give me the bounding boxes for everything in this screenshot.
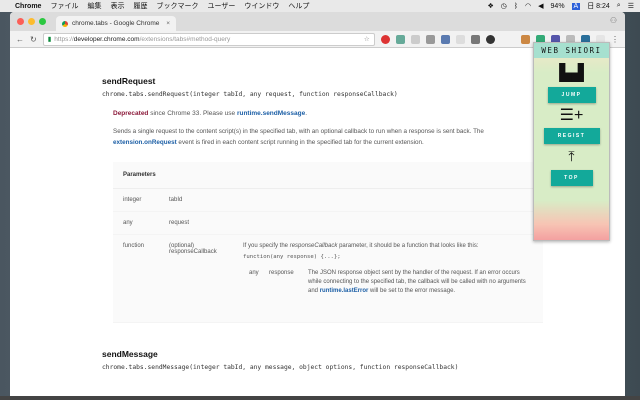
menu-view[interactable]: 表示 <box>110 1 124 11</box>
popup-title: WEB SHIORI <box>534 43 609 58</box>
book-icon: ▙▟ <box>559 65 584 82</box>
method-title: sendMessage <box>102 349 158 359</box>
menu-user[interactable]: ユーザー <box>207 1 235 11</box>
volume-icon[interactable]: ◀ <box>538 2 543 10</box>
runtime-lasterror-link[interactable]: runtime.lastError <box>320 288 369 294</box>
regist-button[interactable]: REGIST <box>543 128 600 144</box>
param-row: function (optional) responseCallback If y… <box>113 235 543 323</box>
runtime-sendmessage-link[interactable]: runtime.sendMessage <box>237 110 305 117</box>
param-name: tabId <box>169 197 183 203</box>
method-description: Sends a single request to the content sc… <box>113 126 543 148</box>
url-host: developer.chrome.com <box>73 35 140 43</box>
dropbox-icon[interactable]: ❖ <box>487 2 493 10</box>
profile-icon[interactable]: ⚇ <box>610 16 617 25</box>
extension-icon[interactable] <box>455 34 465 44</box>
callback-param-row: any response The JSON response object se… <box>243 269 533 296</box>
clock-icon[interactable]: ◷ <box>501 2 507 10</box>
extension-icon[interactable] <box>485 34 495 44</box>
zoom-button[interactable] <box>39 18 46 25</box>
param-type: function <box>123 243 145 249</box>
extension-icon[interactable] <box>425 34 435 44</box>
desc-text: event is fired in each content script ru… <box>176 139 424 146</box>
add-list-icon: ☰+ <box>559 107 584 124</box>
extension-icon[interactable] <box>410 34 420 44</box>
callback-intro: If you specify the responseCallback para… <box>243 243 533 249</box>
deprecated-text: since Chrome 33. Please use <box>148 110 237 117</box>
method-signature: chrome.tabs.sendMessage(integer tabId, a… <box>102 364 459 371</box>
chrome-favicon-icon <box>62 20 68 27</box>
battery-status[interactable]: 94% <box>551 3 565 10</box>
param-type: integer <box>123 197 142 203</box>
menu-window[interactable]: ウインドウ <box>244 1 279 11</box>
text-em: responseCallback <box>289 243 338 249</box>
to-top-icon: ⤒ <box>568 148 575 164</box>
notification-icon[interactable]: ☰ <box>628 2 634 10</box>
extension-icon[interactable] <box>470 34 480 44</box>
desc-text: Sends a single request to the content sc… <box>113 128 484 135</box>
param-row: any request <box>113 212 543 235</box>
param-description: If you specify the responseCallback para… <box>243 243 533 296</box>
param-name: request <box>169 220 190 226</box>
address-bar[interactable]: ▮ https://developer.chrome.com/extension… <box>42 32 375 46</box>
bookmark-star-icon[interactable]: ☆ <box>364 35 370 43</box>
tab-title: chrome.tabs - Google Chrome <box>72 20 160 27</box>
close-button[interactable] <box>17 18 24 25</box>
text: If you specify the <box>243 243 290 249</box>
param-type: any <box>249 270 259 276</box>
clock[interactable]: 日 8:24 <box>587 1 610 11</box>
extension-icon[interactable] <box>440 34 450 44</box>
menu-bookmarks[interactable]: ブックマーク <box>156 1 198 11</box>
jump-button[interactable]: JUMP <box>547 87 596 103</box>
lock-icon: ▮ <box>47 36 52 43</box>
extension-onrequest-link[interactable]: extension.onRequest <box>113 139 177 146</box>
param-row: integer tabId <box>113 189 543 212</box>
top-button[interactable]: TOP <box>550 170 593 186</box>
callback-code: function(any response) {...}; <box>243 254 341 260</box>
url-scheme: https:// <box>54 35 74 43</box>
close-tab-icon[interactable]: × <box>166 20 170 27</box>
menu-app[interactable]: Chrome <box>15 3 41 10</box>
tab-bar: chrome.tabs - Google Chrome × ⚇ <box>10 12 625 31</box>
minimize-button[interactable] <box>28 18 35 25</box>
reload-icon[interactable]: ↻ <box>30 35 37 44</box>
text: will be set to the error message. <box>368 288 456 294</box>
chrome-menu-icon[interactable]: ⋮ <box>611 35 619 44</box>
menu-help[interactable]: ヘルプ <box>288 1 309 11</box>
text: parameter, it should be a function that … <box>337 243 479 249</box>
extension-icon[interactable] <box>395 34 405 44</box>
bluetooth-icon[interactable]: ᛒ <box>514 3 518 10</box>
wifi-icon[interactable]: ◠ <box>525 2 531 10</box>
web-shiori-popup: WEB SHIORI ▙▟ JUMP ☰+ REGIST ⤒ TOP <box>533 42 610 241</box>
desktop-edge <box>0 396 640 400</box>
param-name: (optional) responseCallback <box>169 243 243 296</box>
url-path: /extensions/tabs#method-query <box>139 35 231 43</box>
deprecated-label: Deprecated <box>113 110 149 117</box>
param-type: any <box>123 220 133 226</box>
tab-chrome-tabs[interactable]: chrome.tabs - Google Chrome × <box>56 16 176 31</box>
window-controls <box>17 18 46 25</box>
menu-file[interactable]: ファイル <box>50 1 78 11</box>
extension-icon[interactable] <box>380 34 390 44</box>
param-description: The JSON response object sent by the han… <box>308 269 533 296</box>
menu-edit[interactable]: 編集 <box>87 1 101 11</box>
mac-menubar: Chrome ファイル 編集 表示 履歴 ブックマーク ユーザー ウインドウ ヘ… <box>0 0 640 12</box>
deprecated-end: . <box>305 110 308 117</box>
input-source[interactable]: A <box>571 2 581 10</box>
extension-icon[interactable] <box>520 34 530 44</box>
back-icon[interactable]: ← <box>16 35 24 44</box>
param-name: response <box>269 270 294 276</box>
spotlight-icon[interactable]: ⌕ <box>617 2 621 10</box>
menu-history[interactable]: 履歴 <box>133 1 147 11</box>
param-name-text: responseCallback <box>169 249 217 255</box>
parameters-header: Parameters <box>113 162 543 189</box>
parameters-table: Parameters integer tabId any request funct… <box>113 162 543 323</box>
